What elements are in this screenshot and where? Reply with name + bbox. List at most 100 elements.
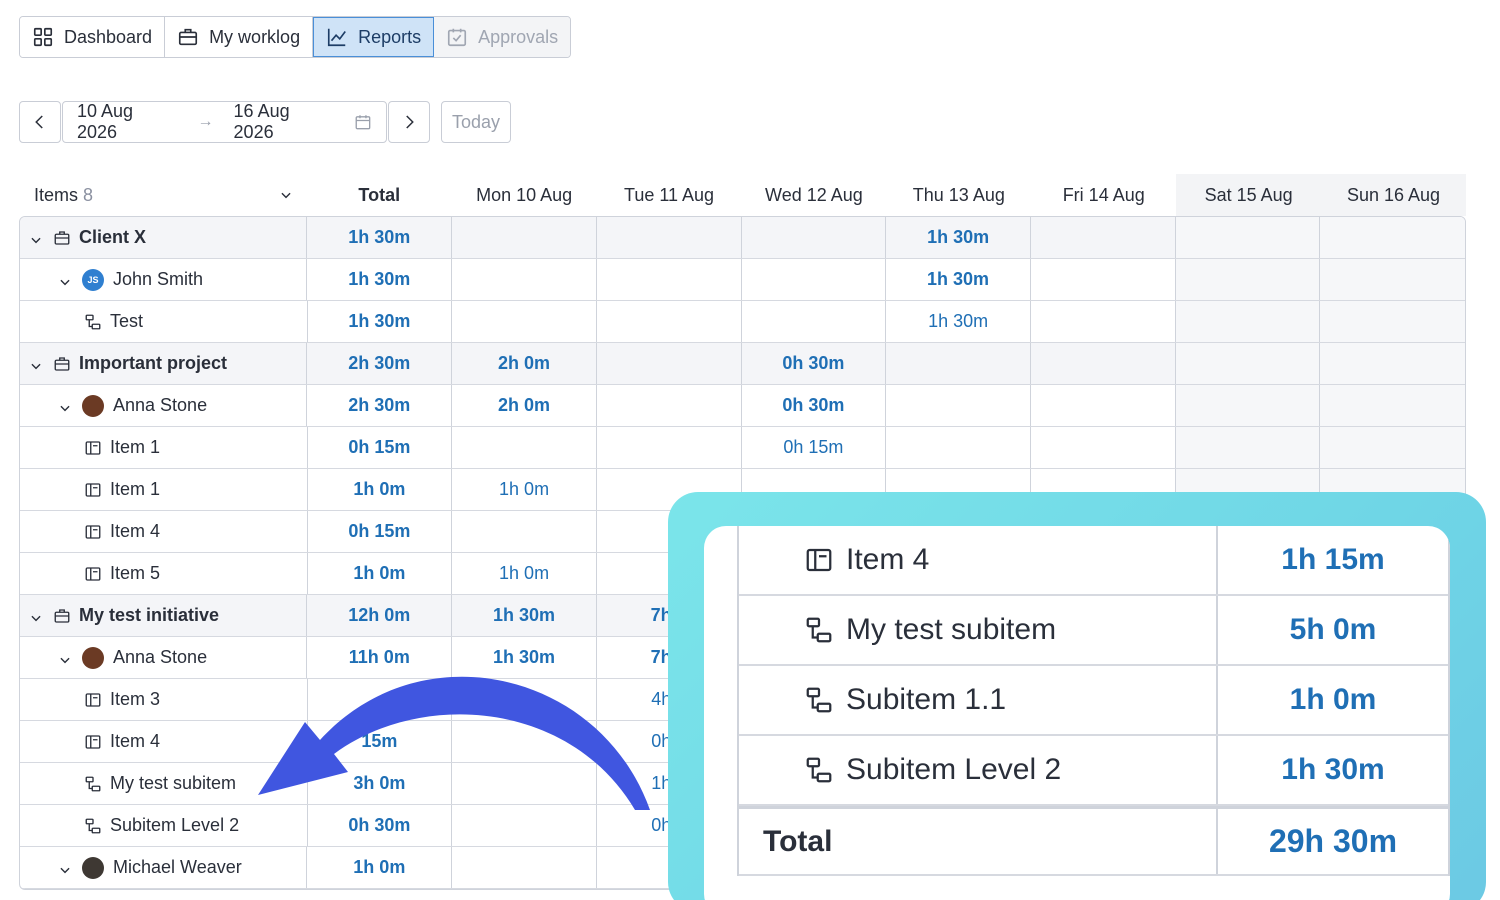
total-cell: 1h 0m bbox=[308, 469, 453, 510]
chart-line-icon bbox=[328, 28, 347, 47]
day-cell[interactable]: 1h 0m bbox=[452, 469, 597, 510]
day-cell[interactable] bbox=[452, 301, 597, 342]
day-header: Mon 10 Aug bbox=[476, 185, 573, 205]
subitem-icon bbox=[804, 755, 834, 785]
day-cell[interactable]: 0h 30m bbox=[742, 343, 887, 384]
row-label-cell: Michael Weaver bbox=[20, 847, 308, 888]
date-range-picker[interactable]: 10 Aug 2026 → 16 Aug 2026 bbox=[62, 101, 387, 143]
tab-dashboard[interactable]: Dashboard bbox=[20, 17, 166, 57]
chevron-down-icon[interactable] bbox=[58, 273, 72, 287]
row-label: Michael Weaver bbox=[113, 857, 242, 877]
day-cell[interactable] bbox=[886, 385, 1031, 426]
chevron-down-icon[interactable] bbox=[29, 231, 43, 245]
row-label: Test bbox=[110, 311, 144, 331]
chevron-down-icon[interactable] bbox=[279, 188, 293, 202]
day-cell[interactable] bbox=[1320, 385, 1465, 426]
zoom-row: Item 4 1h 15m bbox=[739, 526, 1448, 596]
day-cell[interactable] bbox=[886, 343, 1031, 384]
day-cell[interactable] bbox=[452, 511, 597, 552]
day-cell[interactable] bbox=[1175, 301, 1321, 342]
zoom-row-value: 1h 0m bbox=[1289, 683, 1377, 716]
item-icon bbox=[84, 565, 102, 583]
day-cell[interactable] bbox=[452, 217, 597, 258]
day-cell[interactable] bbox=[1031, 217, 1176, 258]
chevron-down-icon[interactable] bbox=[58, 651, 72, 665]
day-cell[interactable] bbox=[597, 427, 742, 468]
briefcase-icon bbox=[53, 355, 71, 373]
zoom-table: Item 4 1h 15m My test subitem 5h 0m Subitem … bbox=[737, 526, 1450, 876]
items-column-header[interactable]: Items 8 bbox=[19, 185, 307, 206]
subitem-icon bbox=[84, 775, 102, 793]
chevron-down-icon[interactable] bbox=[58, 861, 72, 875]
tab-label: Dashboard bbox=[64, 26, 153, 47]
day-cell[interactable] bbox=[1031, 301, 1176, 342]
subitem-icon bbox=[84, 313, 102, 331]
day-cell[interactable] bbox=[1031, 343, 1176, 384]
table-row[interactable]: Test 1h 30m 1h 30m bbox=[20, 301, 1465, 343]
day-cell[interactable] bbox=[597, 385, 742, 426]
table-row[interactable]: Client X 1h 30m 1h 30m bbox=[20, 217, 1465, 259]
day-cell[interactable] bbox=[742, 217, 887, 258]
day-cell[interactable]: 0h 30m bbox=[742, 385, 887, 426]
day-cell[interactable]: 1h 30m bbox=[452, 595, 597, 636]
day-cell[interactable]: 2h 0m bbox=[452, 343, 597, 384]
day-cell[interactable] bbox=[597, 301, 742, 342]
table-row[interactable]: Important project 2h 30m 2h 0m 0h 30m bbox=[20, 343, 1465, 385]
grid-header: Items 8 Total Mon 10 Aug Tue 11 Aug Wed … bbox=[19, 174, 1466, 216]
chevron-down-icon[interactable] bbox=[58, 399, 72, 413]
day-cell[interactable] bbox=[742, 301, 887, 342]
total-cell: 0h 15m bbox=[308, 427, 453, 468]
day-cell[interactable] bbox=[1320, 301, 1465, 342]
day-cell[interactable] bbox=[452, 259, 597, 300]
total-cell: 1h 30m bbox=[307, 217, 453, 258]
day-cell[interactable] bbox=[1320, 217, 1465, 258]
day-cell[interactable] bbox=[1175, 427, 1321, 468]
day-cell[interactable] bbox=[597, 217, 742, 258]
row-label-cell: Client X bbox=[20, 217, 308, 258]
zoom-row: Subitem Level 2 1h 30m bbox=[739, 736, 1448, 806]
day-cell[interactable] bbox=[886, 427, 1031, 468]
day-cell[interactable] bbox=[597, 343, 742, 384]
day-cell[interactable] bbox=[742, 259, 887, 300]
tab-reports[interactable]: Reports bbox=[313, 17, 435, 57]
day-cell[interactable]: 0h 15m bbox=[742, 427, 887, 468]
next-week-button[interactable] bbox=[388, 101, 430, 143]
day-cell[interactable]: 2h 0m bbox=[452, 385, 597, 426]
zoom-row-label-cell: Subitem Level 2 bbox=[739, 736, 1218, 804]
table-row[interactable]: Item 1 0h 15m 0h 15m bbox=[20, 427, 1465, 469]
tab-approvals[interactable]: Approvals bbox=[434, 17, 571, 57]
zoom-row-label: Subitem Level 2 bbox=[846, 753, 1062, 786]
day-cell[interactable] bbox=[1320, 259, 1465, 300]
day-cell[interactable] bbox=[597, 259, 742, 300]
arrow-body bbox=[258, 676, 650, 810]
day-cell[interactable] bbox=[452, 847, 597, 888]
prev-week-button[interactable] bbox=[19, 101, 61, 143]
day-header: Fri 14 Aug bbox=[1062, 185, 1145, 205]
day-cell[interactable]: 1h 30m bbox=[886, 301, 1031, 342]
table-row[interactable]: Anna Stone 2h 30m 2h 0m 0h 30m bbox=[20, 385, 1465, 427]
tab-label: My worklog bbox=[209, 26, 301, 47]
day-cell[interactable] bbox=[1320, 343, 1465, 384]
zoom-row-label: Subitem 1.1 bbox=[846, 683, 1007, 716]
day-cell[interactable] bbox=[1320, 427, 1465, 468]
chevron-down-icon[interactable] bbox=[29, 609, 43, 623]
day-cell[interactable]: 1h 30m bbox=[886, 259, 1031, 300]
day-cell[interactable]: 1h 0m bbox=[452, 553, 597, 594]
day-cell[interactable] bbox=[1031, 385, 1176, 426]
day-cell[interactable] bbox=[1175, 385, 1321, 426]
day-header: Tue 11 Aug bbox=[624, 185, 715, 205]
day-cell[interactable] bbox=[1031, 259, 1176, 300]
day-cell[interactable] bbox=[1175, 259, 1321, 300]
today-button[interactable]: Today bbox=[441, 101, 512, 143]
zoom-total-label: Total bbox=[739, 809, 1218, 874]
day-cell[interactable]: 1h 30m bbox=[886, 217, 1031, 258]
day-cell[interactable] bbox=[1031, 427, 1176, 468]
total-cell: 1h 0m bbox=[308, 553, 453, 594]
day-cell[interactable] bbox=[452, 427, 597, 468]
table-row[interactable]: JS John Smith 1h 30m 1h 30m bbox=[20, 259, 1465, 301]
chevron-down-icon[interactable] bbox=[29, 357, 43, 371]
day-cell[interactable] bbox=[1175, 217, 1321, 258]
tab-my-worklog[interactable]: My worklog bbox=[165, 17, 314, 57]
row-label-cell: JS John Smith bbox=[20, 259, 308, 300]
day-cell[interactable] bbox=[1175, 343, 1321, 384]
